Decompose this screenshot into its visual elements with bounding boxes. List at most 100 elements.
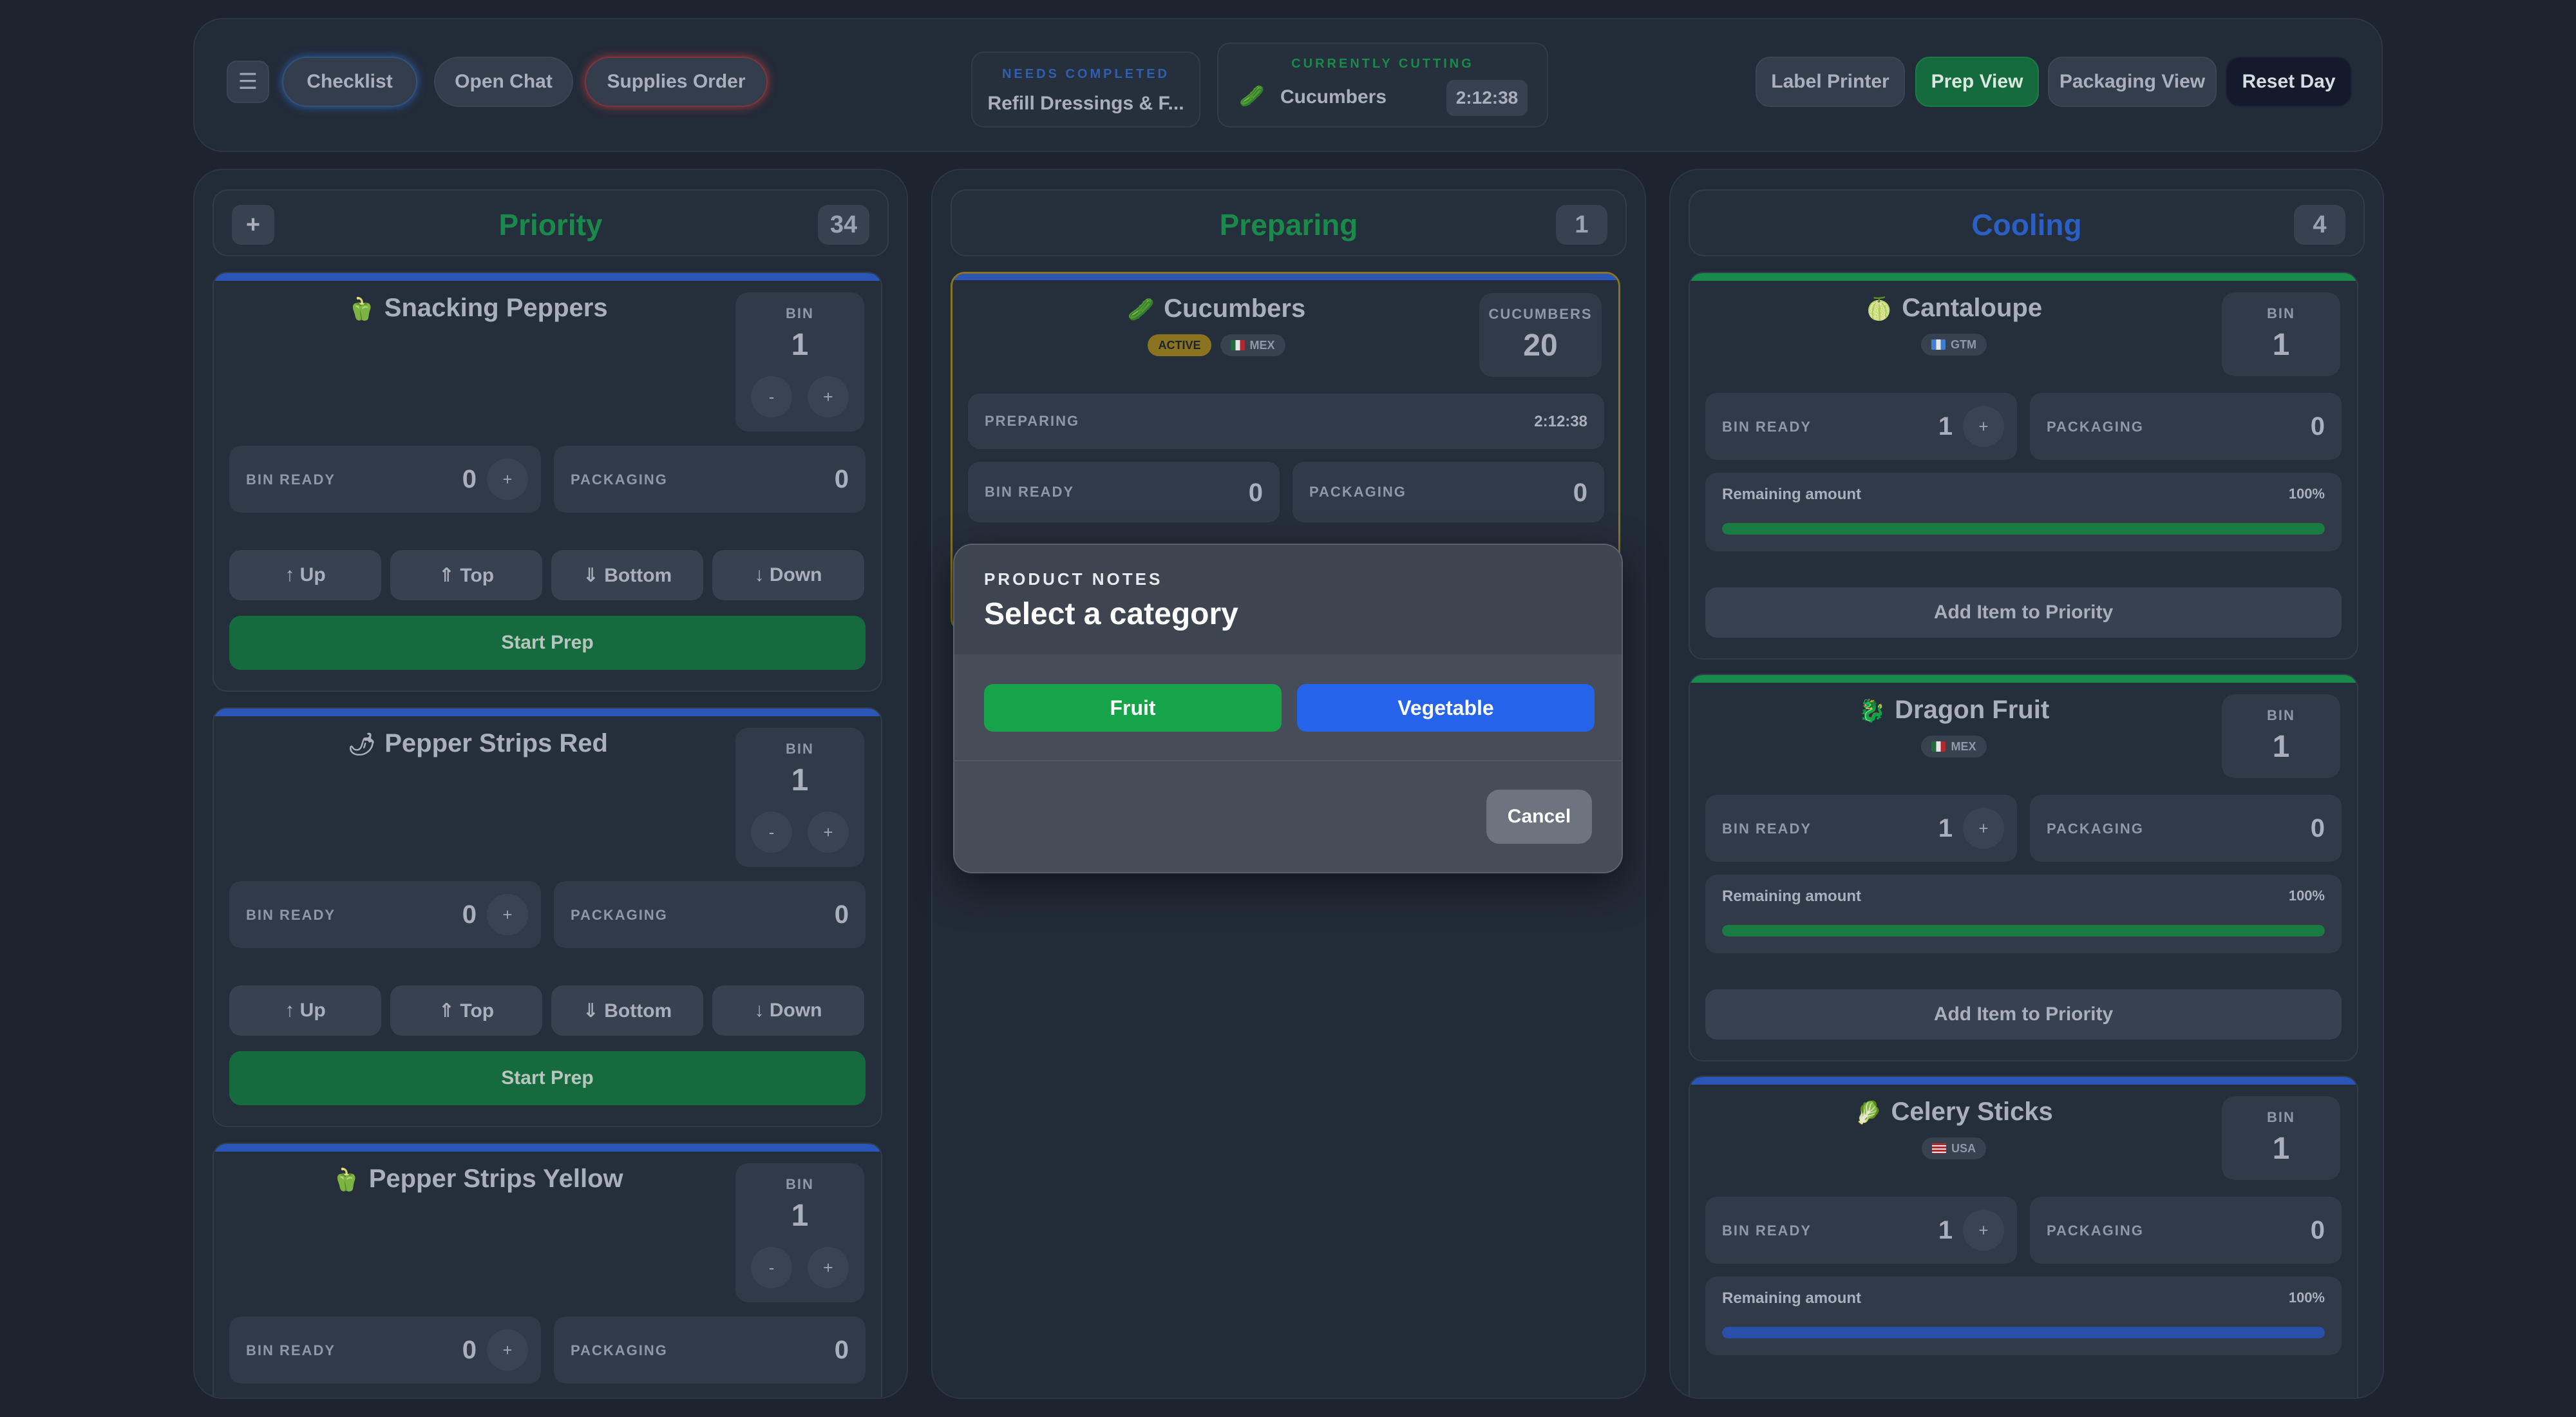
move-buttons: ↑ Up ⇑ Top ⇓ Bottom ↓ Down xyxy=(229,550,866,600)
reset-day-button[interactable]: Reset Day xyxy=(2226,57,2352,107)
card-title: 🥬 Celery Sticks xyxy=(1690,1098,2218,1127)
packaging-box: PACKAGING 0 xyxy=(554,1317,866,1384)
origin-code: GTM xyxy=(1951,338,1976,351)
bin-value: 1 xyxy=(791,328,809,362)
bin-ready-label: BIN READY xyxy=(1722,1222,1812,1239)
packaging-box: PACKAGING 0 xyxy=(2030,1197,2342,1264)
dragon-fruit-icon: 🐉 xyxy=(1858,699,1886,723)
bin-ready-plus-button[interactable]: + xyxy=(487,894,528,935)
move-up-button[interactable]: ↑ Up xyxy=(229,550,381,600)
cucumber-icon: 🥒 xyxy=(1239,84,1265,108)
vegetable-button[interactable]: Vegetable xyxy=(1297,684,1595,732)
packaging-label: PACKAGING xyxy=(2047,1222,2144,1239)
priority-card-snacking-peppers[interactable]: 🫑 Snacking Peppers BIN 1 - + BIN READY 0 … xyxy=(213,272,882,692)
currently-cutting-label: CURRENTLY CUTTING xyxy=(1291,57,1474,71)
menu-button[interactable]: ☰ xyxy=(227,61,269,103)
priority-card-pepper-strips-red[interactable]: 🌶 Pepper Strips Red BIN 1 - + BIN READY 0… xyxy=(213,707,882,1127)
bin-decrement-button[interactable]: - xyxy=(751,1247,792,1288)
status-label: PREPARING xyxy=(985,413,1080,429)
open-chat-button[interactable]: Open Chat xyxy=(434,57,573,107)
bin-ready-label: BIN READY xyxy=(246,1342,336,1358)
move-down-button[interactable]: ↓ Down xyxy=(712,550,864,600)
card-color-bar xyxy=(1690,1077,2357,1085)
bin-decrement-button[interactable]: - xyxy=(751,812,792,853)
card-color-bar xyxy=(1690,273,2357,281)
card-title: 🍈 Cantaloupe xyxy=(1690,294,2218,323)
preparing-count: 1 xyxy=(1556,205,1607,245)
bin-ready-plus-button[interactable]: + xyxy=(487,1329,528,1371)
move-bottom-button[interactable]: ⇓ Bottom xyxy=(551,550,703,600)
bin-box: BIN 1 - + xyxy=(735,1163,864,1302)
remaining-progress-bar xyxy=(1722,523,2325,535)
label-printer-button[interactable]: Label Printer xyxy=(1756,57,1905,107)
move-down-button[interactable]: ↓ Down xyxy=(712,985,864,1036)
bin-ready-box: BIN READY 0 + xyxy=(229,881,541,948)
bin-ready-label: BIN READY xyxy=(1722,821,1812,837)
card-name: Cantaloupe xyxy=(1902,294,2043,322)
bin-label: BIN xyxy=(2267,707,2295,723)
top-bar: ☰ Checklist Open Chat Supplies Order NEE… xyxy=(193,18,2383,152)
card-color-bar xyxy=(1690,675,2357,683)
bin-decrement-button[interactable]: - xyxy=(751,376,792,417)
bin-ready-value: 0 xyxy=(462,900,477,929)
bin-label: BIN xyxy=(786,741,814,757)
bin-value: 1 xyxy=(791,763,809,797)
checklist-button[interactable]: Checklist xyxy=(282,57,417,107)
prep-view-button[interactable]: Prep View xyxy=(1915,57,2039,107)
remaining-progress-fill xyxy=(1722,1327,2325,1338)
bin-ready-label: BIN READY xyxy=(985,484,1075,500)
bin-increment-button[interactable]: + xyxy=(808,1247,849,1288)
cancel-button[interactable]: Cancel xyxy=(1486,790,1592,844)
move-top-button[interactable]: ⇑ Top xyxy=(390,985,542,1036)
bin-ready-plus-button[interactable]: + xyxy=(1963,808,2004,849)
move-up-button[interactable]: ↑ Up xyxy=(229,985,381,1036)
bin-value: 1 xyxy=(791,1199,809,1233)
move-bottom-button[interactable]: ⇓ Bottom xyxy=(551,985,703,1036)
start-prep-button[interactable]: Start Prep xyxy=(229,1051,866,1105)
bin-box: BIN 1 - + xyxy=(735,728,864,867)
bin-box: BIN 1 xyxy=(2222,694,2340,778)
modal-title: Select a category xyxy=(984,597,1238,631)
bin-increment-button[interactable]: + xyxy=(808,812,849,853)
currently-cutting-item: Cucumbers xyxy=(1280,86,1387,108)
start-prep-button[interactable]: Start Prep xyxy=(229,616,866,670)
priority-card-pepper-strips-yellow[interactable]: 🫑 Pepper Strips Yellow BIN 1 - + BIN READ… xyxy=(213,1143,882,1398)
remaining-label: Remaining amount xyxy=(1722,1289,1862,1307)
card-name: Pepper Strips Red xyxy=(384,729,608,757)
card-color-bar xyxy=(214,708,881,716)
supplies-order-button[interactable]: Supplies Order xyxy=(585,57,768,107)
move-top-button[interactable]: ⇑ Top xyxy=(390,550,542,600)
bin-box: BIN 1 xyxy=(2222,292,2340,376)
needs-completed-label: NEEDS COMPLETED xyxy=(1001,67,1170,81)
packaging-view-button[interactable]: Packaging View xyxy=(2048,57,2217,107)
bin-label: BIN xyxy=(2267,1109,2295,1125)
cooling-card-celery-sticks[interactable]: 🥬 Celery Sticks USA BIN 1 BIN READY 1 + P… xyxy=(1689,1076,2358,1398)
remaining-progress-bar xyxy=(1722,1327,2325,1338)
packaging-box: PACKAGING 0 xyxy=(2030,393,2342,460)
packaging-label: PACKAGING xyxy=(1309,484,1406,500)
needs-completed-panel[interactable]: NEEDS COMPLETED Refill Dressings & F... xyxy=(971,52,1200,128)
cooling-column: Cooling 4 🍈 Cantaloupe GTM BIN 1 BIN READ… xyxy=(1669,169,2384,1399)
fruit-button[interactable]: Fruit xyxy=(984,684,1282,732)
bin-ready-value: 1 xyxy=(1938,814,1953,842)
bin-value: 1 xyxy=(2272,328,2290,362)
remaining-percent: 100% xyxy=(2288,1289,2325,1306)
cooling-card-dragon-fruit[interactable]: 🐉 Dragon Fruit MEX BIN 1 BIN READY 1 + PA… xyxy=(1689,674,2358,1061)
cooling-card-cantaloupe[interactable]: 🍈 Cantaloupe GTM BIN 1 BIN READY 1 + PACK… xyxy=(1689,272,2358,660)
bin-increment-button[interactable]: + xyxy=(808,376,849,417)
preparing-title: Preparing xyxy=(1219,208,1358,242)
card-tags: USA xyxy=(1690,1137,2218,1159)
modal-divider xyxy=(954,760,1622,761)
add-to-priority-button[interactable]: Add Item to Priority xyxy=(1705,989,2342,1040)
remaining-box: Remaining amount 100% xyxy=(1705,473,2342,551)
bin-ready-plus-button[interactable]: + xyxy=(1963,1210,2004,1251)
bin-ready-plus-button[interactable]: + xyxy=(1963,406,2004,447)
add-to-priority-button[interactable]: Add Item to Priority xyxy=(1705,587,2342,638)
currently-cutting-panel[interactable]: CURRENTLY CUTTING 🥒 Cucumbers 2:12:38 xyxy=(1217,43,1548,128)
card-tags: MEX xyxy=(1690,736,2218,757)
packaging-box: PACKAGING 0 xyxy=(1293,462,1604,522)
bin-value: 1 xyxy=(2272,730,2290,764)
chili-icon: 🌶 xyxy=(348,732,376,757)
bin-ready-plus-button[interactable]: + xyxy=(487,459,528,500)
remaining-label: Remaining amount xyxy=(1722,888,1862,905)
